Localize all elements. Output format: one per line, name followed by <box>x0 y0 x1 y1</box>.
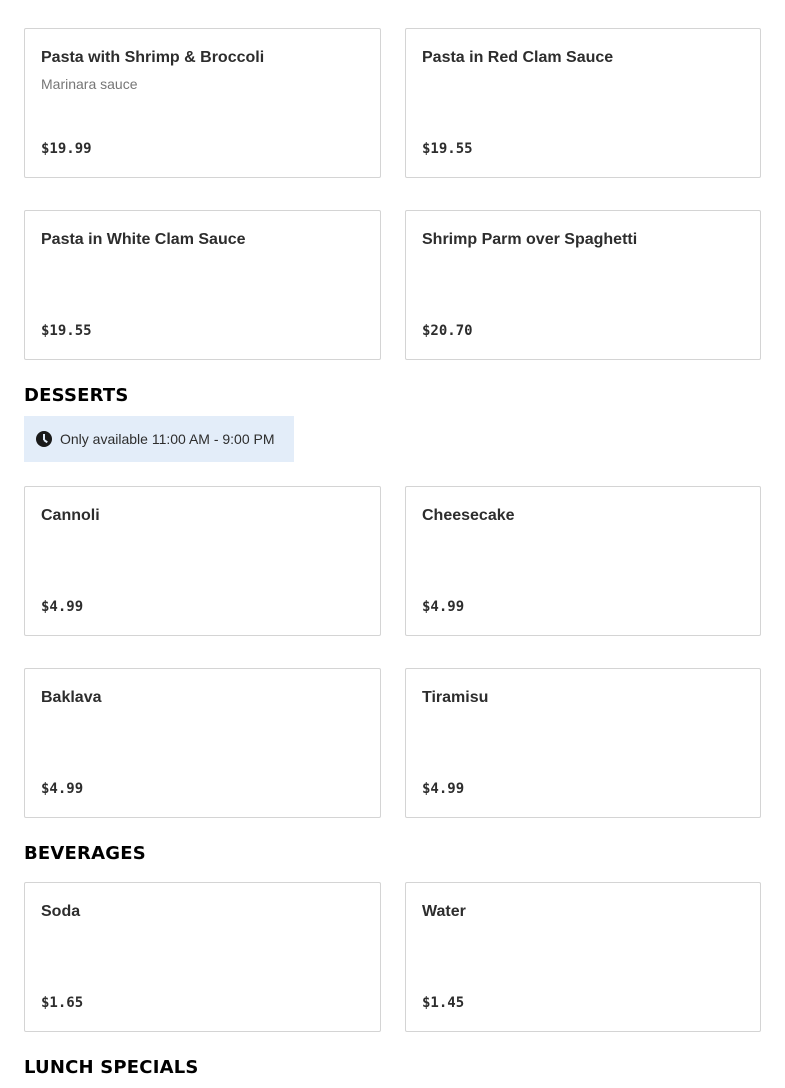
section-title-lunch-specials: LUNCH SPECIALS <box>24 1057 199 1078</box>
menu-item-name: Water <box>422 903 466 920</box>
availability-text: Only available 11:00 AM - 9:00 PM <box>60 431 275 447</box>
clock-icon <box>36 431 52 447</box>
menu-item-card[interactable]: Cheesecake $4.99 <box>405 486 761 636</box>
menu-item-name: Soda <box>41 903 81 920</box>
menu-item-card[interactable]: Pasta with Shrimp & Broccoli Marinara sa… <box>24 28 381 178</box>
menu-item-card[interactable]: Pasta in White Clam Sauce $19.55 <box>24 210 381 360</box>
menu-item-card[interactable]: Soda $1.65 <box>24 882 381 1032</box>
menu-item-description: Marinara sauce <box>41 76 138 92</box>
menu-item-name: Cannoli <box>41 507 100 524</box>
beverages-menu-grid: Soda $1.65 Water $1.45 <box>24 882 761 1032</box>
menu-item-card[interactable]: Baklava $4.99 <box>24 668 381 818</box>
desserts-menu-grid: Cannoli $4.99 Cheesecake $4.99 Baklava $… <box>24 486 761 818</box>
menu-item-card[interactable]: Shrimp Parm over Spaghetti $20.70 <box>405 210 761 360</box>
menu-item-card[interactable]: Water $1.45 <box>405 882 761 1032</box>
menu-item-name: Pasta in Red Clam Sauce <box>422 49 614 66</box>
menu-item-name: Tiramisu <box>422 689 489 706</box>
menu-item-price: $1.65 <box>41 995 84 1011</box>
pasta-menu-grid: Pasta with Shrimp & Broccoli Marinara sa… <box>24 28 761 360</box>
menu-item-name: Shrimp Parm over Spaghetti <box>422 231 638 248</box>
menu-item-price: $19.99 <box>41 141 92 157</box>
menu-item-name: Baklava <box>41 689 102 706</box>
menu-item-price: $20.70 <box>422 323 473 339</box>
menu-item-price: $19.55 <box>41 323 92 339</box>
menu-item-price: $1.45 <box>422 995 465 1011</box>
menu-item-price: $4.99 <box>422 599 465 615</box>
section-title-beverages: BEVERAGES <box>24 843 146 864</box>
menu-item-name: Pasta in White Clam Sauce <box>41 231 246 248</box>
menu-item-price: $4.99 <box>41 781 84 797</box>
menu-item-card[interactable]: Tiramisu $4.99 <box>405 668 761 818</box>
availability-notice: Only available 11:00 AM - 9:00 PM <box>24 416 294 462</box>
menu-item-card[interactable]: Cannoli $4.99 <box>24 486 381 636</box>
menu-item-price: $4.99 <box>41 599 84 615</box>
section-title-desserts: DESSERTS <box>24 385 129 406</box>
menu-item-name: Cheesecake <box>422 507 515 524</box>
menu-item-price: $4.99 <box>422 781 465 797</box>
menu-item-name: Pasta with Shrimp & Broccoli <box>41 49 265 66</box>
menu-item-price: $19.55 <box>422 141 473 157</box>
menu-item-card[interactable]: Pasta in Red Clam Sauce $19.55 <box>405 28 761 178</box>
